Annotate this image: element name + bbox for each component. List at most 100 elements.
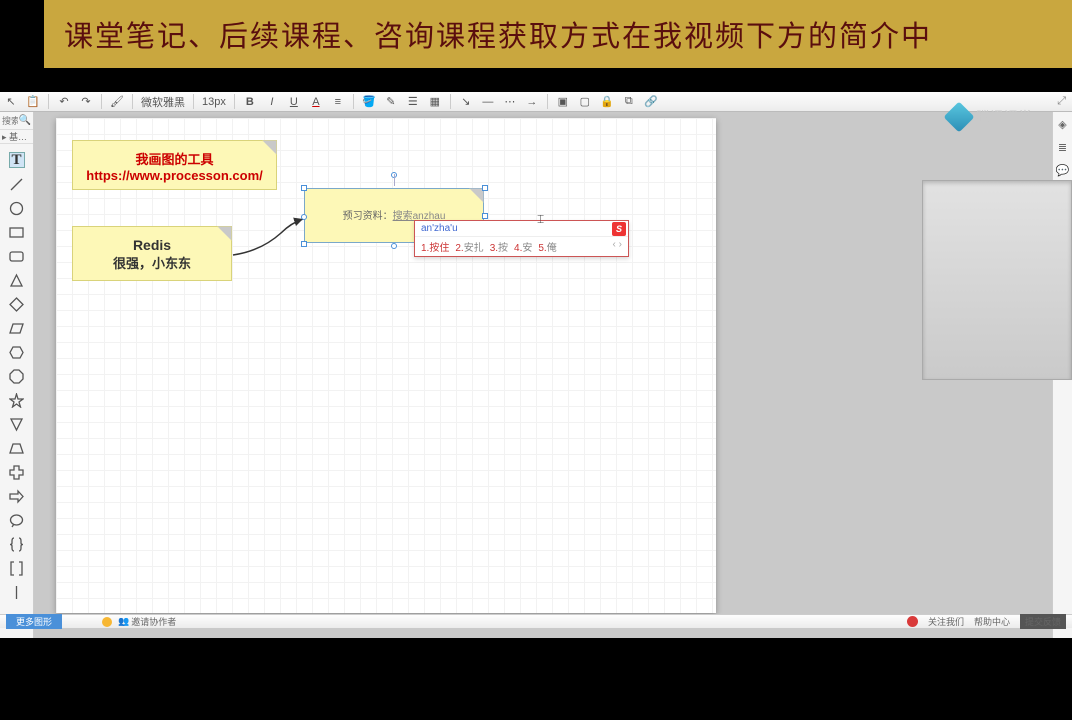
bold-icon[interactable]: B: [243, 95, 257, 109]
cursor-icon[interactable]: ↖: [4, 95, 18, 109]
text-tool-icon[interactable]: T: [9, 152, 25, 168]
note-redis-sub: 很强，小东东: [83, 253, 221, 272]
weibo-icon[interactable]: [907, 616, 918, 627]
link-icon[interactable]: 🔗: [644, 95, 658, 109]
highlight-icon[interactable]: ✎: [384, 95, 398, 109]
preview-panel[interactable]: [922, 180, 1072, 380]
tencent-class-logo: 腾讯课堂: [948, 106, 1032, 128]
note-redis[interactable]: Redis 很强，小东东: [72, 226, 232, 281]
sel-handle-tl[interactable]: [301, 185, 307, 191]
shape-list: T: [0, 144, 33, 638]
workspace: 🔍 ▸ 基… T: [0, 112, 1072, 638]
parallelogram-shape-icon[interactable]: [9, 320, 25, 336]
ime-cand-5[interactable]: 5.俺: [538, 239, 556, 254]
note-tool-info[interactable]: 我画图的工具 https://www.processon.com/: [72, 140, 277, 190]
undo-icon[interactable]: ↶: [57, 95, 71, 109]
front-icon[interactable]: ▣: [556, 95, 570, 109]
note-tool-url: https://www.processon.com/: [83, 168, 266, 183]
shape-palette: 🔍 ▸ 基… T: [0, 112, 34, 638]
cross-shape-icon[interactable]: [9, 464, 25, 480]
bracket-shape-icon[interactable]: [9, 560, 25, 576]
brace-shape-icon[interactable]: [9, 536, 25, 552]
canvas-area[interactable]: 我画图的工具 https://www.processon.com/ Redis …: [34, 112, 1052, 638]
logo-text: 腾讯课堂: [976, 107, 1032, 127]
arrow-icon[interactable]: →: [525, 95, 539, 109]
line-shape-icon[interactable]: [9, 176, 25, 192]
sogou-logo-icon: S: [612, 222, 626, 236]
sel-handle-bl[interactable]: [301, 241, 307, 247]
status-dot-icon: [102, 617, 112, 627]
shape-search-row: 🔍: [0, 112, 33, 130]
nav-icon[interactable]: ◈: [1058, 118, 1066, 131]
shape-category[interactable]: ▸ 基…: [0, 130, 33, 144]
diamond-shape-icon[interactable]: [9, 296, 25, 312]
line-solid-icon[interactable]: —: [481, 95, 495, 109]
vbar-shape-icon[interactable]: [9, 584, 25, 600]
toolbar: ↖ 📋 ↶ ↷ 🖌 微软雅黑 13px B I U A ≡ 🪣 ✎ ☰ ▦ ↘ …: [0, 92, 1072, 112]
canvas[interactable]: 我画图的工具 https://www.processon.com/ Redis …: [56, 118, 716, 613]
italic-icon[interactable]: I: [265, 95, 279, 109]
app-window: ↖ 📋 ↶ ↷ 🖌 微软雅黑 13px B I U A ≡ 🪣 ✎ ☰ ▦ ↘ …: [0, 92, 1072, 638]
triangle-shape-icon[interactable]: [9, 272, 25, 288]
underline-icon[interactable]: U: [287, 95, 301, 109]
search-icon[interactable]: 🔍: [19, 115, 31, 126]
format-painter-icon[interactable]: 🖌: [110, 95, 124, 109]
help-center[interactable]: 帮助中心: [974, 615, 1010, 628]
clipboard-icon[interactable]: 📋: [26, 95, 40, 109]
shape-search-input[interactable]: [2, 116, 18, 126]
layers-icon[interactable]: ≣: [1058, 141, 1067, 154]
table-icon[interactable]: ▦: [428, 95, 442, 109]
trapezoid-shape-icon[interactable]: [9, 440, 25, 456]
list-icon[interactable]: ☰: [406, 95, 420, 109]
connector-arrow: [231, 213, 311, 258]
ime-popup[interactable]: an'zha'u S 1.按住 2.安扎 3.按 4.安 5.俺 ‹ ›: [414, 220, 629, 257]
octagon-shape-icon[interactable]: [9, 368, 25, 384]
sel-handle-tr[interactable]: [482, 185, 488, 191]
banner-text: 课堂笔记、后续课程、咨询课程获取方式在我视频下方的简介中: [64, 13, 932, 55]
more-shapes-button[interactable]: 更多图形: [6, 614, 62, 629]
follow-us[interactable]: 关注我们: [928, 615, 964, 628]
ime-more-icon[interactable]: ‹ ›: [613, 239, 622, 254]
comment-icon[interactable]: 💬: [1056, 164, 1070, 177]
video-bottom-bar: [0, 638, 1072, 720]
ime-cand-1[interactable]: 1.按住: [421, 239, 449, 254]
star-shape-icon[interactable]: [9, 392, 25, 408]
arrow-shape-icon[interactable]: [9, 488, 25, 504]
logo-diamond-icon: [948, 106, 970, 128]
fill-color-icon[interactable]: 🪣: [362, 95, 376, 109]
expand-toolbar-icon[interactable]: ⤢: [1057, 95, 1066, 108]
line-style-icon[interactable]: ⋯: [503, 95, 517, 109]
circle-shape-icon[interactable]: [9, 200, 25, 216]
ime-input-text: an'zha'u: [421, 223, 458, 234]
font-color-icon[interactable]: A: [309, 95, 323, 109]
redo-icon[interactable]: ↷: [79, 95, 93, 109]
align-icon[interactable]: ≡: [331, 95, 345, 109]
sel-handle-r[interactable]: [482, 213, 488, 219]
rect-shape-icon[interactable]: [9, 224, 25, 240]
note-edit-prefix: 预习资料：: [343, 211, 393, 222]
rotate-line: [394, 174, 395, 186]
black-bar: [0, 68, 1072, 92]
conn-handle-l[interactable]: [301, 214, 307, 220]
hexagon-shape-icon[interactable]: [9, 344, 25, 360]
triangle-down-icon[interactable]: [9, 416, 25, 432]
ime-cand-4[interactable]: 4.安: [514, 239, 532, 254]
group-icon[interactable]: ⧉: [622, 95, 636, 109]
roundrect-shape-icon[interactable]: [9, 248, 25, 264]
lock-icon[interactable]: 🔒: [600, 95, 614, 109]
note-redis-title: Redis: [83, 237, 221, 253]
callout-shape-icon[interactable]: [9, 512, 25, 528]
ime-cand-3[interactable]: 3.按: [490, 239, 508, 254]
banner: 课堂笔记、后续课程、咨询课程获取方式在我视频下方的简介中: [0, 0, 1072, 68]
invite-collab[interactable]: 👥 邀请协作者: [118, 615, 176, 628]
connector-icon[interactable]: ↘: [459, 95, 473, 109]
ime-input-row: an'zha'u S: [415, 221, 628, 237]
font-size-select[interactable]: 13px: [202, 96, 226, 108]
conn-handle-b[interactable]: [391, 243, 397, 249]
font-family-select[interactable]: 微软雅黑: [141, 94, 185, 110]
feedback-button[interactable]: 提交反馈: [1020, 614, 1066, 629]
note-tool-title: 我画图的工具: [83, 149, 266, 168]
ime-cand-2[interactable]: 2.安扎: [455, 239, 483, 254]
back-icon[interactable]: ▢: [578, 95, 592, 109]
banner-inner: 课堂笔记、后续课程、咨询课程获取方式在我视频下方的简介中: [44, 0, 1072, 68]
